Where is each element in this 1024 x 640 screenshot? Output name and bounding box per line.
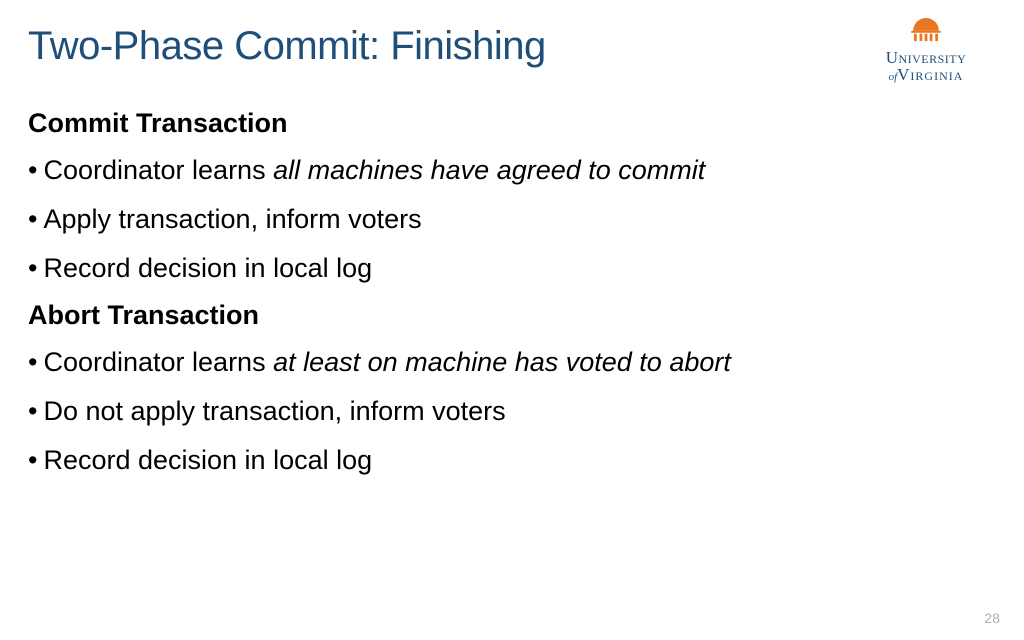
logo-line2: ofVirginia xyxy=(856,66,996,85)
rotunda-icon xyxy=(907,18,945,42)
list-item: • Do not apply transaction, inform voter… xyxy=(28,394,996,429)
list-item: • Coordinator learns at least on machine… xyxy=(28,345,996,380)
list-item: • Record decision in local log xyxy=(28,443,996,478)
slide-title: Two-Phase Commit: Finishing xyxy=(28,24,546,69)
bullet-icon: • xyxy=(28,345,37,380)
page-number: 28 xyxy=(984,610,1000,626)
section-header: Commit Transaction xyxy=(28,108,996,139)
section-header: Abort Transaction xyxy=(28,300,996,331)
bullet-icon: • xyxy=(28,394,37,429)
uva-logo: University ofVirginia xyxy=(856,18,996,85)
logo-line1: University xyxy=(856,49,996,66)
list-item: • Apply transaction, inform voters xyxy=(28,202,996,237)
bullet-icon: • xyxy=(28,251,37,286)
bullet-icon: • xyxy=(28,202,37,237)
list-item: • Record decision in local log xyxy=(28,251,996,286)
bullet-icon: • xyxy=(28,153,37,188)
list-item: • Coordinator learns all machines have a… xyxy=(28,153,996,188)
slide-body: Commit Transaction • Coordinator learns … xyxy=(28,108,996,493)
bullet-icon: • xyxy=(28,443,37,478)
